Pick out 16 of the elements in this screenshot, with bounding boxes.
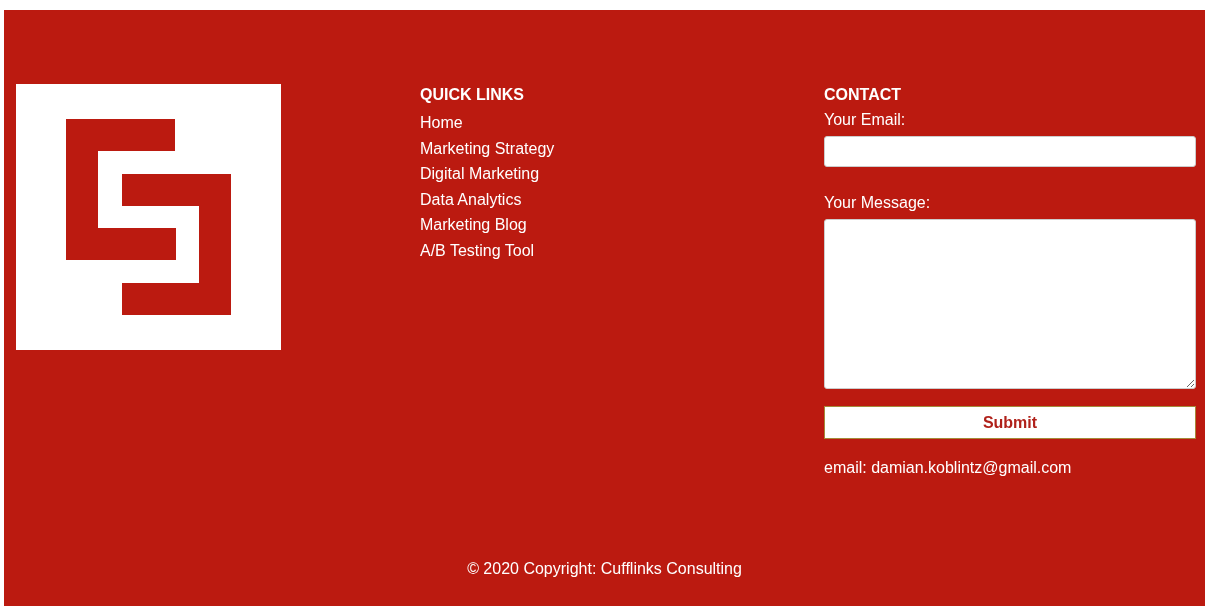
email-input[interactable] — [824, 136, 1196, 167]
copyright-text: © 2020 Copyright: Cufflinks Consulting — [466, 560, 743, 578]
footer-link[interactable]: Marketing Strategy — [420, 135, 555, 162]
contact-heading: CONTACT — [824, 86, 903, 104]
submit-button[interactable]: Submit — [824, 406, 1196, 439]
logo-icon — [16, 84, 281, 350]
footer-link[interactable]: Home — [420, 110, 463, 136]
quick-links-heading: QUICK LINKS — [420, 86, 525, 104]
footer-link[interactable]: Data Analytics — [420, 186, 522, 213]
message-label: Your Message: — [824, 193, 932, 213]
footer-link[interactable]: A/B Testing Tool — [420, 237, 535, 264]
footer-link[interactable]: Marketing Blog — [420, 212, 527, 238]
message-textarea[interactable] — [824, 219, 1196, 389]
footer-link[interactable]: Digital Marketing — [420, 161, 540, 187]
email-label: Your Email: — [824, 110, 907, 130]
contact-email-text: email: damian.koblintz@gmail.com — [824, 459, 1073, 477]
